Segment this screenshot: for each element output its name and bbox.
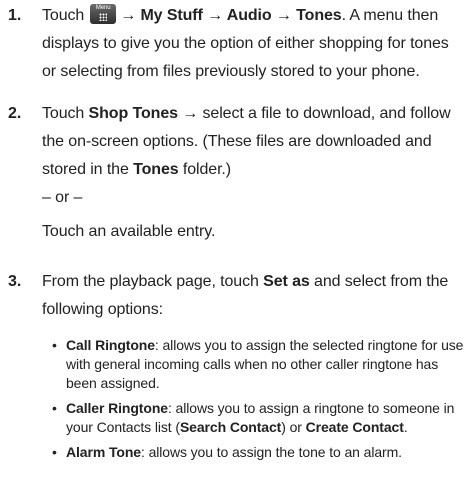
option-description: : allows you to assign the tone to an al… — [140, 444, 402, 460]
step-text-intro: Touch — [42, 105, 89, 122]
step-text-intro: From the playback page, touch — [42, 273, 264, 290]
step-text: Touch Shop Tones → select a file to down… — [42, 100, 467, 246]
option-name: Caller Ringtone — [66, 400, 168, 416]
option-description-end: . — [403, 419, 408, 435]
option-name: Call Ringtone — [66, 337, 155, 353]
options-list: • Call Ringtone : allows you to assign th… — [52, 336, 467, 462]
or-separator: – or – — [42, 189, 83, 206]
step-number: 3. — [8, 273, 22, 290]
step-alt-text: Touch an available entry. — [42, 223, 216, 240]
step-text: From the playback page, touch Set as and… — [42, 268, 467, 324]
step-text-end: folder.) — [178, 161, 232, 178]
step-number: 1. — [8, 7, 22, 24]
option-description-mid: ) or — [281, 419, 306, 435]
list-item: • Call Ringtone: allows you to assign th… — [52, 336, 467, 393]
search-contact-label: Search Contact — [179, 419, 282, 435]
tones-folder-label: Tones — [133, 161, 179, 178]
menu-path: My Stuff → Audio → Tones — [140, 7, 342, 24]
step-text: Touch Menu → My Stuff → Audio → Tones. A m… — [42, 2, 467, 86]
create-contact-label: Create Contact — [305, 419, 404, 435]
list-item: • Caller Ringtone: allows you to assign … — [52, 399, 467, 437]
list-item: • Alarm Tone: allows you to assign the t… — [52, 443, 467, 462]
bullet-dot: • — [52, 444, 57, 460]
set-as-label: Set as — [263, 273, 310, 290]
option-name: Alarm Tone — [66, 444, 141, 460]
bullet-dot: • — [52, 400, 57, 416]
bullet-dot: • — [52, 337, 57, 353]
menu-key-icon: Menu — [90, 4, 117, 24]
step-text-intro: Touch — [42, 7, 85, 24]
arrow: → — [120, 7, 141, 24]
shop-tones-label: Shop Tones → — [88, 105, 199, 122]
instruction-page: 1. Touch Menu → My Stuff → Audio → Tones. … — [0, 0, 473, 482]
step-number: 2. — [8, 105, 22, 122]
